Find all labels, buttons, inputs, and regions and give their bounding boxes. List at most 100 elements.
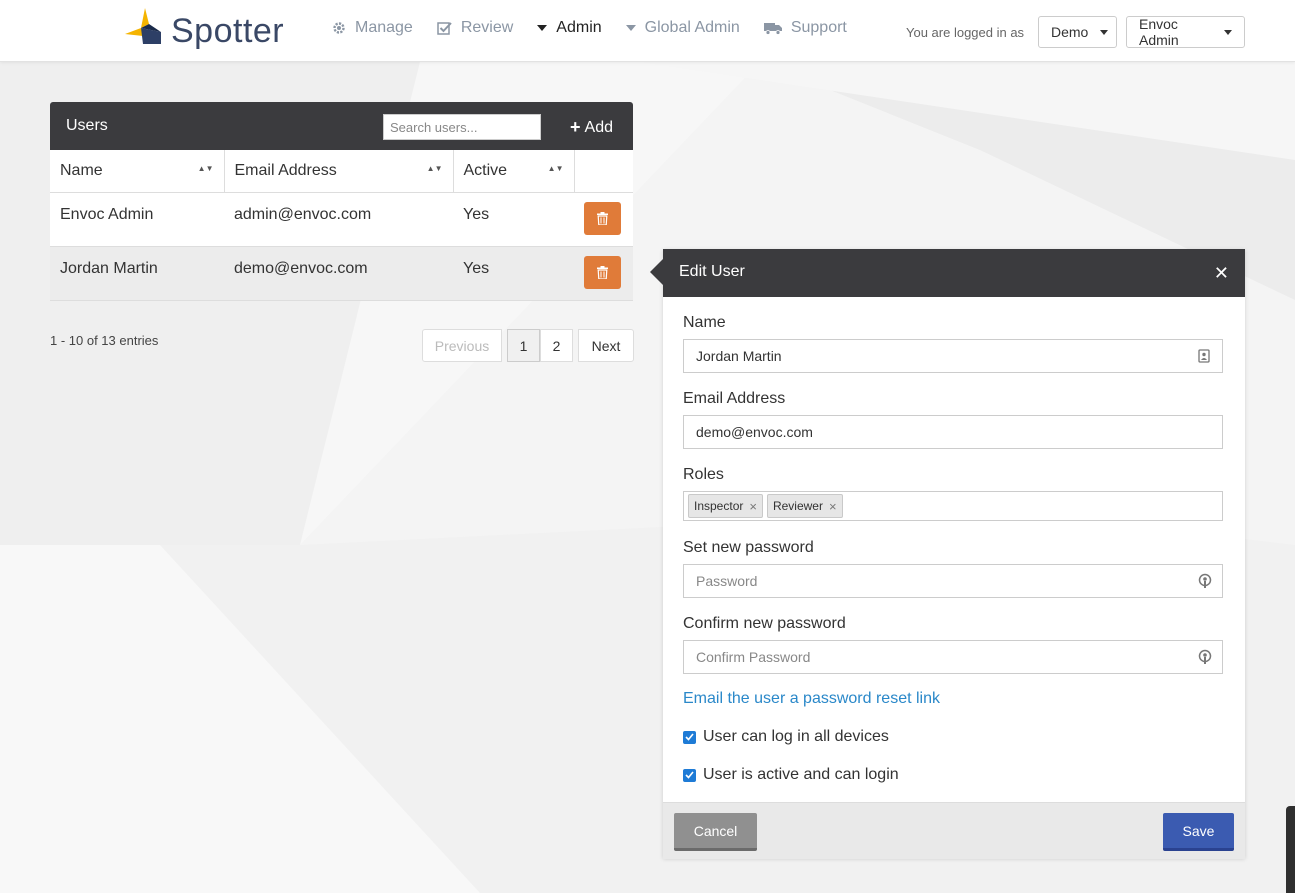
checkmark-icon [685, 771, 694, 779]
user-menu[interactable]: Envoc Admin [1126, 16, 1245, 48]
account-select-label: Demo [1051, 24, 1089, 40]
delete-user-button[interactable] [584, 202, 621, 235]
plus-icon: + [570, 117, 581, 137]
cell-email: demo@envoc.com [224, 246, 453, 301]
column-header-active-label: Active [463, 162, 508, 179]
nav-manage[interactable]: Manage [332, 19, 413, 37]
password-reset-link[interactable]: Email the user a password reset link [683, 690, 940, 708]
column-header-name[interactable]: Name ▲▼ [50, 150, 225, 193]
edit-user-header: Edit User ✕ [663, 249, 1245, 297]
caret-down-icon [625, 25, 636, 31]
table-row[interactable]: Envoc Admin admin@envoc.com Yes [50, 192, 633, 247]
edit-user-panel: Edit User ✕ Name Email Address Roles Ins… [650, 249, 1245, 859]
users-panel: Users + Add Name ▲▼ Email Address ▲▼ Activ… [50, 102, 633, 303]
column-header-email[interactable]: Email Address ▲▼ [224, 150, 454, 193]
chevron-down-icon [1224, 29, 1232, 35]
user-menu-label: Envoc Admin [1139, 16, 1179, 48]
next-page-button[interactable]: Next [578, 329, 634, 362]
name-label: Name [683, 314, 726, 331]
nav-global-admin[interactable]: Global Admin [625, 19, 740, 37]
key-icon [1198, 573, 1212, 588]
nav-review[interactable]: Review [437, 19, 513, 37]
role-tag: Reviewer × [766, 494, 843, 518]
page-1-button[interactable]: 1 [507, 329, 540, 362]
active-checkbox[interactable] [683, 768, 696, 782]
sort-icon: ▲▼ [547, 164, 564, 173]
users-table: Name ▲▼ Email Address ▲▼ Active ▲▼ Envoc Ad… [50, 150, 633, 301]
role-tag: Inspector × [688, 494, 763, 518]
trash-icon [597, 212, 608, 225]
add-user-button[interactable]: + Add [570, 117, 613, 138]
remove-tag-icon[interactable]: × [749, 499, 757, 514]
check-square-icon [437, 21, 452, 35]
roles-label: Roles [683, 466, 724, 483]
top-header: Spotter Manage Review Admin Global Admin [0, 0, 1295, 62]
nav-support[interactable]: Support [763, 19, 847, 37]
nav-global-admin-label: Global Admin [644, 19, 740, 36]
email-field[interactable] [683, 415, 1223, 449]
cell-email: admin@envoc.com [224, 192, 453, 247]
confirm-password-label: Confirm new password [683, 615, 846, 632]
nav-admin-label: Admin [556, 19, 602, 36]
nav-admin[interactable]: Admin [537, 19, 602, 37]
column-header-actions [574, 150, 633, 193]
nav-support-label: Support [790, 19, 847, 36]
role-tag-label: Reviewer [772, 499, 823, 513]
devices-checkbox-row: User can log in all devices [683, 728, 889, 746]
cell-actions [574, 192, 633, 247]
confirm-password-field[interactable] [683, 640, 1223, 674]
search-users-input[interactable] [383, 114, 541, 140]
sort-icon: ▲▼ [197, 164, 214, 173]
trash-icon [597, 266, 608, 279]
page-2-button[interactable]: 2 [540, 329, 573, 362]
cell-active: Yes [453, 246, 574, 301]
logged-in-text: You are logged in as [906, 25, 1025, 40]
key-icon [1198, 649, 1212, 664]
column-header-active[interactable]: Active ▲▼ [453, 150, 575, 193]
users-panel-header: Users + Add [50, 102, 633, 150]
close-icon[interactable]: ✕ [1214, 264, 1229, 282]
devices-checkbox-label: User can log in all devices [703, 728, 889, 745]
password-field[interactable] [683, 564, 1223, 598]
cell-name: Envoc Admin [50, 192, 224, 247]
truck-icon [763, 21, 782, 35]
remove-tag-icon[interactable]: × [829, 499, 837, 514]
spotter-logo[interactable]: Spotter [123, 6, 288, 52]
users-title: Users [66, 117, 108, 134]
chevron-down-icon [1100, 29, 1109, 35]
devices-checkbox[interactable] [683, 730, 696, 744]
account-select[interactable]: Demo [1038, 16, 1117, 48]
panel-pointer [650, 259, 663, 285]
nav-manage-label: Manage [355, 19, 413, 36]
caret-down-icon [537, 25, 548, 31]
column-header-email-label: Email Address [234, 162, 337, 179]
spotter-logo-icon [125, 8, 161, 44]
active-checkbox-row: User is active and can login [683, 766, 899, 784]
save-button[interactable]: Save [1163, 813, 1234, 851]
sort-icon: ▲▼ [426, 164, 443, 173]
checkmark-icon [685, 733, 694, 741]
previous-page-button[interactable]: Previous [422, 329, 502, 362]
main-nav: Manage Review Admin Global Admin Support [332, 19, 871, 37]
add-user-label: Add [584, 118, 613, 136]
edit-user-footer: Cancel Save [663, 802, 1245, 859]
brand-name: Spotter [171, 12, 285, 50]
cell-active: Yes [453, 192, 574, 247]
table-header-row: Name ▲▼ Email Address ▲▼ Active ▲▼ [50, 150, 633, 193]
gear-icon [332, 21, 346, 35]
scrollbar-thumb[interactable] [1286, 806, 1295, 893]
cell-actions [574, 246, 633, 301]
table-row[interactable]: Jordan Martin demo@envoc.com Yes [50, 246, 633, 301]
delete-user-button[interactable] [584, 256, 621, 289]
cancel-button[interactable]: Cancel [674, 813, 757, 851]
contact-card-icon [1198, 349, 1210, 363]
edit-user-title: Edit User [679, 263, 745, 280]
entries-count: 1 - 10 of 13 entries [50, 333, 159, 348]
password-label: Set new password [683, 539, 814, 556]
cell-name: Jordan Martin [50, 246, 224, 301]
active-checkbox-label: User is active and can login [703, 766, 899, 783]
roles-input[interactable]: Inspector × Reviewer × [683, 491, 1223, 521]
pagination: Previous 1 2 Next [422, 329, 634, 362]
role-tag-label: Inspector [694, 499, 744, 513]
name-field[interactable] [683, 339, 1223, 373]
